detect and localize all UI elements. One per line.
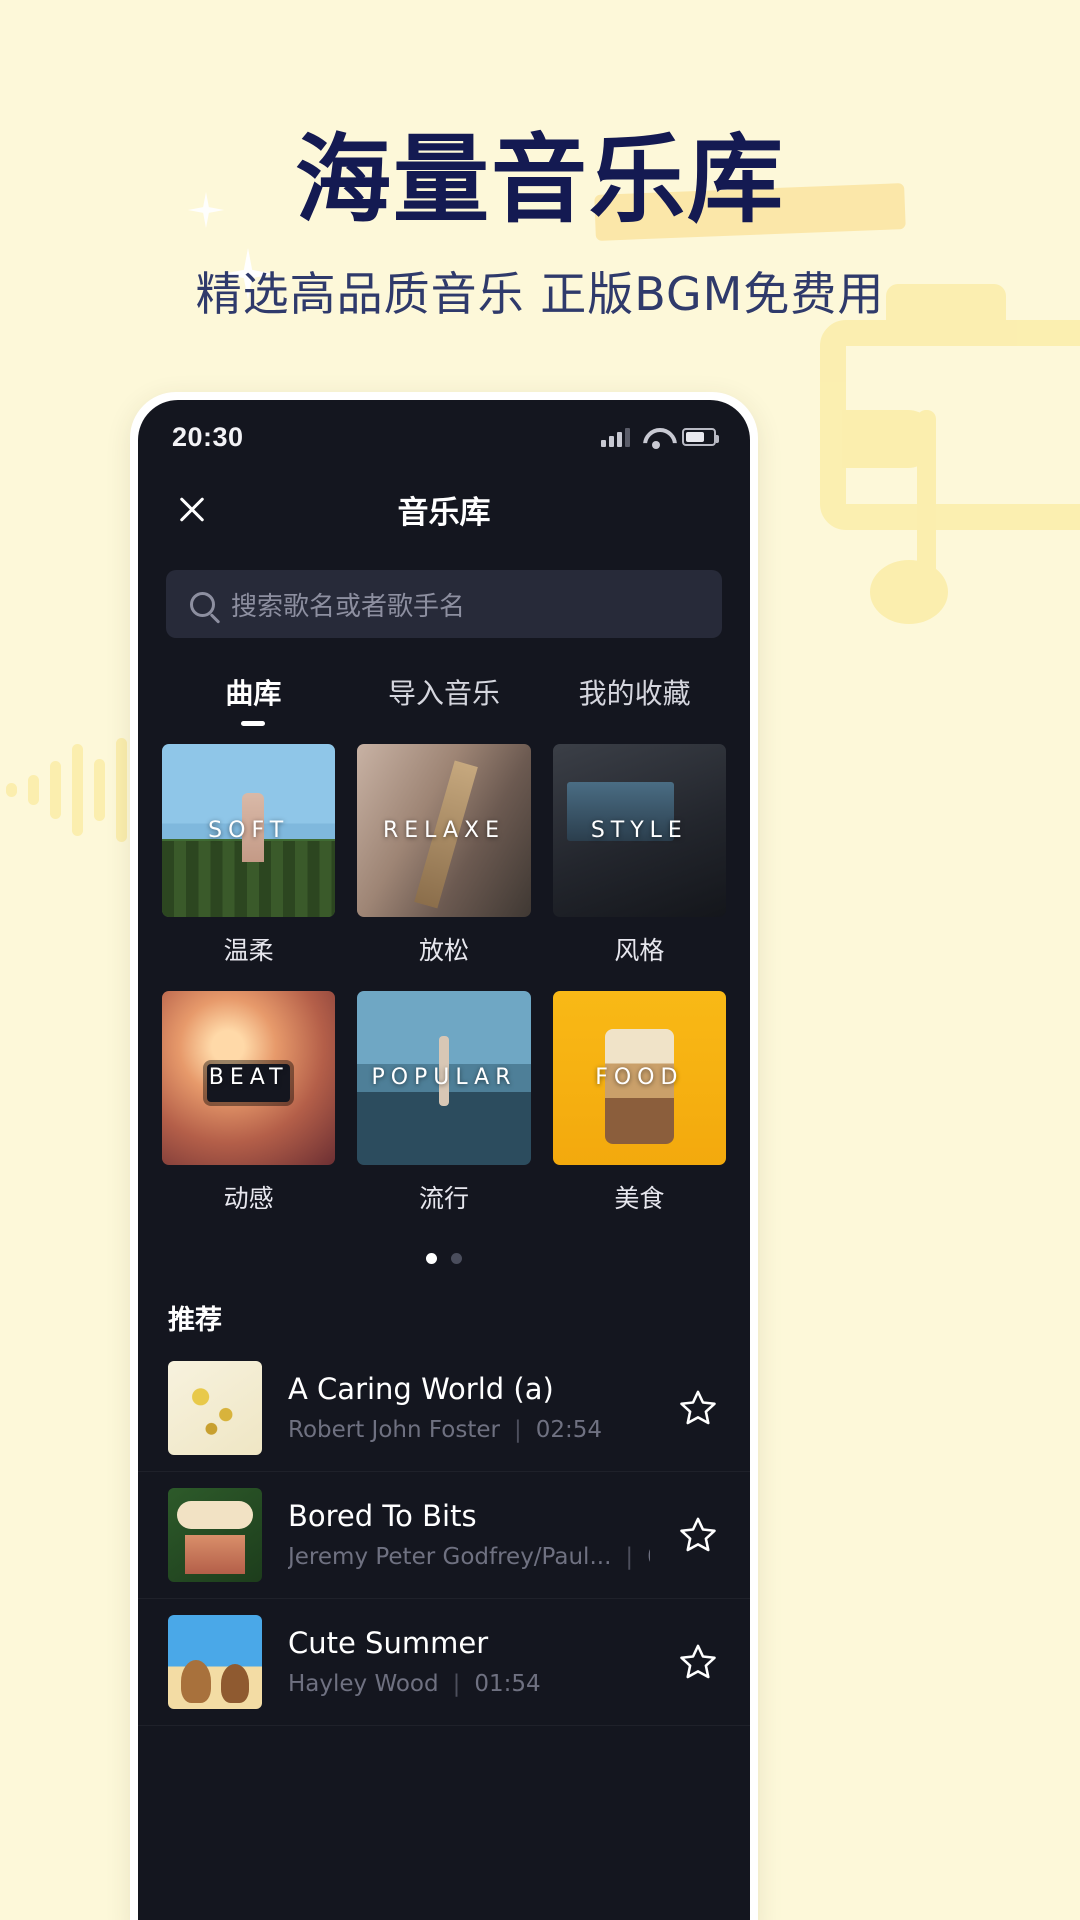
search-icon: [190, 591, 215, 617]
tab-my-favorites[interactable]: 我的收藏: [539, 672, 730, 730]
category-card[interactable]: BEAT 动感: [162, 991, 336, 1214]
category-caption: BEAT: [208, 1065, 289, 1091]
favorite-star-icon[interactable]: [676, 1640, 720, 1684]
status-clock: 20:30: [172, 421, 244, 452]
category-card[interactable]: STYLE 风格: [552, 744, 726, 967]
phone-mockup: 20:30 音乐库 搜索歌名或者歌手名 曲库 导入音乐 我的收藏 SOFT 温柔…: [130, 392, 758, 1920]
category-thumbnail: STYLE: [552, 744, 726, 918]
song-duration: 02:54: [535, 1417, 603, 1444]
category-thumbnail: BEAT: [162, 991, 336, 1165]
phone-screen: 20:30 音乐库 搜索歌名或者歌手名 曲库 导入音乐 我的收藏 SOFT 温柔…: [138, 400, 750, 1920]
song-artist: Robert John Foster: [288, 1417, 500, 1444]
favorite-star-icon[interactable]: [676, 1386, 720, 1430]
category-label: 放松: [418, 936, 469, 966]
category-caption: STYLE: [590, 818, 688, 844]
promo-subtitle: 精选高品质音乐 正版BGM免费用: [195, 267, 885, 321]
category-label: 流行: [418, 1183, 469, 1213]
album-cover: [168, 1614, 262, 1709]
category-card[interactable]: RELAXE 放松: [357, 744, 531, 967]
wifi-icon: [643, 428, 669, 449]
category-thumbnail: SOFT: [162, 744, 336, 918]
status-bar: 20:30: [138, 400, 750, 466]
category-label: 美食: [614, 1183, 665, 1213]
category-label: 温柔: [223, 936, 274, 966]
category-caption: FOOD: [595, 1065, 684, 1091]
category-card[interactable]: POPULAR 流行: [357, 991, 531, 1214]
search-placeholder: 搜索歌名或者歌手名: [231, 591, 466, 622]
category-thumbnail: RELAXE: [357, 744, 531, 918]
promo-title: 海量音乐库: [295, 124, 785, 236]
category-grid: SOFT 温柔 RELAXE 放松 STYLE 风格 BEAT 动感 POPUL…: [138, 730, 750, 1215]
category-caption: POPULAR: [371, 1065, 517, 1091]
promo-headline-area: 海量音乐库: [0, 124, 1080, 241]
song-title: Bored To Bits: [288, 1499, 477, 1534]
category-card[interactable]: FOOD 美食: [552, 991, 726, 1214]
tab-import-music[interactable]: 导入音乐: [349, 672, 540, 730]
nav-bar: 音乐库: [138, 466, 750, 552]
song-title: Cute Summer: [288, 1626, 489, 1661]
pager-dot[interactable]: [451, 1252, 462, 1264]
song-duration: 01:54: [474, 1671, 541, 1698]
song-row[interactable]: Cute Summer Hayley Wood | 01:54: [138, 1599, 750, 1726]
song-artist: Hayley Wood: [288, 1671, 439, 1698]
page-title: 音乐库: [397, 494, 491, 531]
album-cover: [168, 1360, 262, 1455]
category-caption: SOFT: [208, 818, 290, 844]
search-input[interactable]: 搜索歌名或者歌手名: [166, 570, 722, 638]
category-thumbnail: POPULAR: [357, 991, 531, 1165]
meta-separator: |: [625, 1544, 634, 1571]
category-thumbnail: FOOD: [552, 991, 726, 1165]
close-icon[interactable]: [170, 487, 214, 531]
song-artist: Jeremy Peter Godfrey/Paul...: [288, 1544, 612, 1571]
carousel-pagination[interactable]: [138, 1215, 750, 1274]
pager-dot-active[interactable]: [426, 1252, 437, 1264]
battery-icon: [682, 428, 719, 446]
music-note-decoration: [790, 410, 970, 640]
album-cover: [168, 1487, 262, 1582]
tab-library[interactable]: 曲库: [158, 672, 349, 730]
category-card[interactable]: SOFT 温柔: [162, 744, 336, 967]
section-title-recommend: 推荐: [168, 1304, 222, 1336]
song-row[interactable]: A Caring World (a) Robert John Foster | …: [138, 1345, 750, 1472]
song-row[interactable]: Bored To Bits Jeremy Peter Godfrey/Paul.…: [138, 1472, 750, 1599]
meta-separator: |: [513, 1417, 522, 1444]
meta-separator: |: [452, 1671, 461, 1698]
category-label: 风格: [614, 936, 665, 966]
song-title: A Caring World (a): [288, 1372, 554, 1407]
song-duration: 03:20: [647, 1544, 650, 1570]
category-label: 动感: [223, 1183, 274, 1213]
category-caption: RELAXE: [383, 818, 505, 844]
waveform-decoration: [0, 730, 149, 850]
favorite-star-icon[interactable]: [676, 1513, 720, 1557]
tab-bar: 曲库 导入音乐 我的收藏: [138, 638, 750, 730]
cellular-signal-icon: [601, 427, 630, 447]
